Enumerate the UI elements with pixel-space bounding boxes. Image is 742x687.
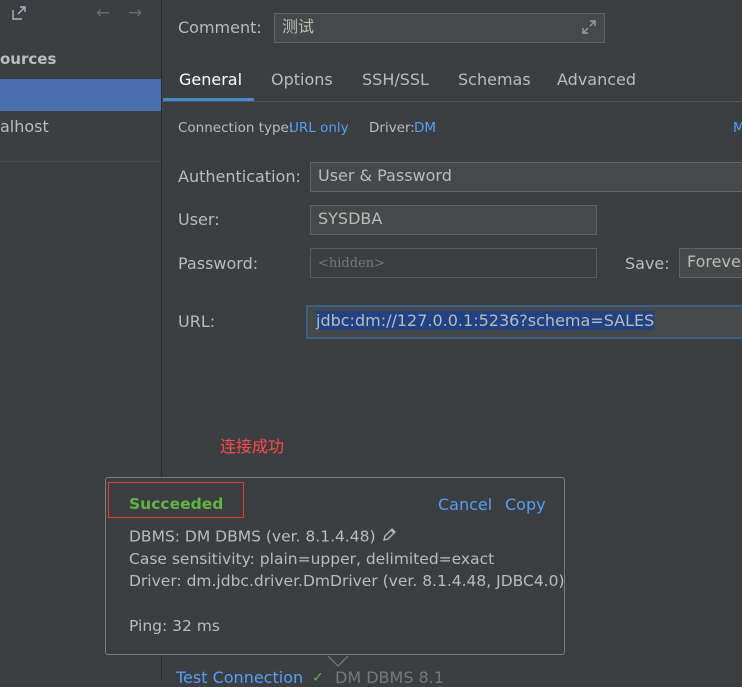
copy-link[interactable]: Copy [505, 495, 546, 514]
sidebar-item-selected[interactable] [0, 79, 161, 111]
user-input[interactable]: SYSDBA [310, 205, 597, 235]
check-icon: ✓ [312, 670, 324, 686]
dbms-info: DBMS: DM DBMS (ver. 8.1.4.48) [129, 527, 397, 547]
url-label: URL: [178, 312, 216, 331]
comment-label: Comment: [178, 18, 262, 37]
test-connection-link[interactable]: Test Connection [176, 668, 303, 687]
user-value: SYSDBA [318, 209, 383, 228]
annotation-text: 连接成功 [220, 437, 285, 456]
edge-link[interactable]: M [733, 120, 742, 136]
comment-field[interactable]: 测试 [274, 13, 605, 43]
driver-info: Driver: dm.jdbc.driver.DmDriver (ver. 8.… [129, 572, 565, 590]
tab-options[interactable]: Options [271, 70, 333, 89]
password-input[interactable]: <hidden> [310, 248, 597, 278]
authentication-select[interactable]: User & Password [310, 162, 742, 192]
save-select[interactable]: Forever [679, 248, 742, 278]
authentication-value: User & Password [318, 166, 452, 185]
authentication-label: Authentication: [178, 167, 301, 186]
tab-schemas[interactable]: Schemas [458, 70, 531, 89]
test-connection-popup: Succeeded Cancel Copy DBMS: DM DBMS (ver… [105, 477, 565, 655]
password-placeholder: <hidden> [318, 256, 386, 271]
user-label: User: [178, 210, 220, 229]
driver-label: Driver: [369, 120, 415, 136]
comment-value: 测试 [282, 17, 315, 36]
footer-status: DM DBMS 8.1 [335, 668, 444, 687]
connection-type-link[interactable]: URL only [289, 120, 349, 136]
case-sensitivity-info: Case sensitivity: plain=upper, delimited… [129, 550, 495, 568]
forward-arrow-icon[interactable]: → [128, 3, 142, 23]
password-label: Password: [178, 254, 259, 273]
tab-ssh-ssl[interactable]: SSH/SSL [362, 70, 429, 89]
save-value: Forever [687, 252, 742, 271]
ping-info: Ping: 32 ms [129, 617, 220, 635]
back-arrow-icon[interactable]: ← [96, 3, 110, 23]
sidebar-item-localhost[interactable]: alhost [0, 117, 49, 136]
connection-type-label: Connection type: [178, 120, 294, 136]
tab-general[interactable]: General [179, 70, 242, 89]
dbms-text: DBMS: DM DBMS (ver. 8.1.4.48) [129, 527, 376, 546]
save-label: Save: [625, 254, 670, 273]
external-link-icon[interactable] [10, 4, 28, 26]
expand-icon[interactable] [580, 18, 598, 41]
cancel-link[interactable]: Cancel [438, 495, 492, 514]
edit-icon[interactable] [381, 527, 397, 547]
tabs-divider [162, 101, 742, 102]
url-value: jdbc:dm://127.0.0.1:5236?schema=SALES [316, 311, 655, 330]
url-input[interactable]: jdbc:dm://127.0.0.1:5236?schema=SALES [306, 305, 742, 339]
driver-link[interactable]: DM [414, 120, 436, 136]
status-succeeded: Succeeded [129, 495, 224, 513]
tab-advanced[interactable]: Advanced [557, 70, 636, 89]
sidebar-divider [0, 161, 161, 162]
sidebar-header: ources [0, 50, 57, 68]
